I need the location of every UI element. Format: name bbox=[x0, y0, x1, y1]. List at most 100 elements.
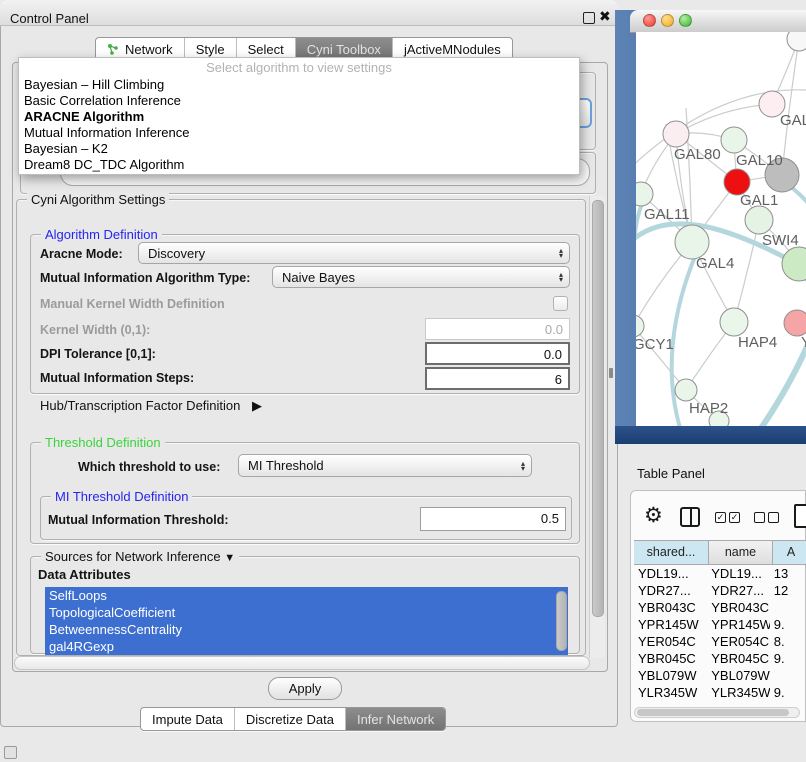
algorithm-definition-title: Algorithm Definition bbox=[41, 227, 162, 242]
mi-algorithm-type-combobox[interactable]: Naive Bayes ▴▾ bbox=[272, 266, 570, 288]
table-row[interactable]: YLR345WYLR345W9. bbox=[634, 684, 806, 701]
attributes-scrollbar-thumb[interactable] bbox=[556, 591, 567, 651]
manual-kernel-width-label: Manual Kernel Width Definition bbox=[40, 297, 225, 311]
minimize-traffic-light-icon[interactable] bbox=[661, 14, 674, 27]
table-cell: YDL19... bbox=[634, 565, 707, 582]
algorithm-dropdown-popup: Select algorithm to view settings Bayesi… bbox=[18, 57, 580, 175]
application-window: Control Panel ✖ NetworkStyleSelectCyni T… bbox=[0, 0, 806, 762]
select-all-icon[interactable]: ✓✓ bbox=[715, 512, 740, 523]
deselect-all-icon[interactable]: ✓✓ bbox=[754, 512, 779, 523]
algorithm-option-aracne-algorithm[interactable]: ARACNE Algorithm bbox=[19, 109, 579, 125]
table-row[interactable]: YBR045CYBR045C9. bbox=[634, 650, 806, 667]
network-node-gal80[interactable] bbox=[663, 121, 689, 147]
settings-scrollbar-thumb[interactable] bbox=[592, 200, 604, 617]
table-header: shared...nameA bbox=[634, 540, 806, 565]
table-hscrollbar-thumb[interactable] bbox=[637, 709, 789, 716]
network-node-gal4[interactable] bbox=[675, 225, 709, 259]
node-label-gal80: GAL80 bbox=[674, 146, 721, 163]
column-header-shared[interactable]: shared... bbox=[634, 540, 709, 565]
network-node[interactable] bbox=[745, 206, 773, 234]
table-cell: YBR043C bbox=[634, 599, 707, 616]
algorithm-option-bayesian-hill-climbing[interactable]: Bayesian – Hill Climbing bbox=[19, 77, 579, 93]
network-graph[interactable]: GAL7GAL80GAL10GAL1GAL11SWI4GAL4GCY1HAP4Y… bbox=[636, 32, 806, 426]
mi-steps-field[interactable]: 6 bbox=[425, 367, 570, 390]
network-node-gal10[interactable] bbox=[721, 127, 747, 153]
data-attributes-label: Data Attributes bbox=[38, 567, 131, 582]
manual-kernel-width-checkbox[interactable] bbox=[553, 296, 568, 311]
tab-label: jActiveMNodules bbox=[404, 42, 501, 57]
attribute-item-gal4rgexp[interactable]: gal4RGexp bbox=[45, 638, 568, 655]
network-node-hap4[interactable] bbox=[720, 308, 748, 336]
network-node[interactable] bbox=[787, 32, 806, 51]
table-row[interactable]: YPR145WYPR145W9. bbox=[634, 616, 806, 633]
network-node-gcy1[interactable] bbox=[636, 315, 644, 337]
close-icon[interactable]: ✖ bbox=[599, 8, 611, 25]
columns-icon[interactable] bbox=[680, 507, 700, 527]
settings-scrollbar[interactable] bbox=[589, 196, 605, 658]
table-row[interactable]: YBL079WYBL079W bbox=[634, 667, 806, 684]
data-attributes-list[interactable]: SelfLoopsTopologicalCoefficientBetweenne… bbox=[45, 587, 568, 655]
table-row[interactable]: YDR27...YDR27...12 bbox=[634, 582, 806, 599]
attribute-item-topologicalcoefficient[interactable]: TopologicalCoefficient bbox=[45, 604, 568, 621]
apply-button[interactable]: Apply bbox=[268, 677, 342, 700]
collapsed-panel-icon[interactable] bbox=[4, 746, 17, 759]
which-threshold-combobox[interactable]: MI Threshold ▴▾ bbox=[238, 454, 532, 477]
table-cell: YPR145W bbox=[707, 616, 770, 633]
table-cell: YLR345W bbox=[634, 684, 707, 701]
table-cell: YPR145W bbox=[634, 616, 707, 633]
tab-infer-network[interactable]: Infer Network bbox=[346, 708, 445, 730]
hub-definition-toggle[interactable]: Hub/Transcription Factor Definition ▶ bbox=[40, 398, 262, 414]
table-row[interactable]: YBR043CYBR043C bbox=[634, 599, 806, 616]
control-panel-title: Control Panel bbox=[10, 11, 89, 26]
node-label-gal11: GAL11 bbox=[644, 206, 690, 223]
network-node-y[interactable] bbox=[784, 310, 806, 336]
algorithm-option-dream8-dc-tdc-algorithm[interactable]: Dream8 DC_TDC Algorithm bbox=[19, 157, 579, 173]
table-cell: YDR27... bbox=[707, 582, 770, 599]
network-canvas[interactable]: GAL7GAL80GAL10GAL1GAL11SWI4GAL4GCY1HAP4Y… bbox=[636, 32, 806, 426]
tab-discretize-data[interactable]: Discretize Data bbox=[235, 708, 346, 730]
tab-label: Infer Network bbox=[357, 712, 434, 727]
network-edge[interactable] bbox=[676, 104, 772, 134]
tab-impute-data[interactable]: Impute Data bbox=[141, 708, 235, 730]
aracne-mode-value: Discovery bbox=[148, 246, 205, 261]
which-threshold-value: MI Threshold bbox=[248, 458, 324, 473]
document-icon[interactable] bbox=[794, 504, 806, 528]
aracne-mode-combobox[interactable]: Discovery ▴▾ bbox=[138, 242, 570, 264]
gear-icon[interactable]: ⚙ bbox=[644, 503, 663, 528]
tab-label: Cyni Toolbox bbox=[307, 42, 381, 57]
table-cell: YER054C bbox=[634, 633, 707, 650]
kernel-width-field[interactable]: 0.0 bbox=[425, 318, 570, 340]
table-cell: YER054C bbox=[707, 633, 770, 650]
network-node-swi4[interactable] bbox=[782, 247, 806, 281]
table-row[interactable]: YER054CYER054C8. bbox=[634, 633, 806, 650]
table-row[interactable]: YDL19...YDL19...13 bbox=[634, 565, 806, 582]
hub-definition-label: Hub/Transcription Factor Definition bbox=[40, 398, 240, 413]
popup-prompt: Select algorithm to view settings bbox=[19, 58, 579, 77]
node-label-gal1: GAL1 bbox=[740, 192, 778, 209]
table-row[interactable]: YIL052CYIL052C9 bbox=[634, 701, 806, 705]
zoom-traffic-light-icon[interactable] bbox=[679, 14, 692, 27]
collapse-arrow-icon[interactable]: ▼ bbox=[224, 552, 235, 564]
float-window-icon[interactable] bbox=[583, 12, 595, 24]
network-edge-highlighted[interactable] bbox=[742, 340, 806, 426]
table-cell: YDL19... bbox=[707, 565, 770, 582]
node-label-gal10: GAL10 bbox=[736, 152, 783, 169]
close-traffic-light-icon[interactable] bbox=[643, 14, 656, 27]
settings-horizontal-scrollbar[interactable] bbox=[14, 656, 590, 670]
algorithm-option-mutual-information-inference[interactable]: Mutual Information Inference bbox=[19, 125, 579, 141]
algorithm-option-bayesian-k2[interactable]: Bayesian – K2 bbox=[19, 141, 579, 157]
mi-threshold-field[interactable]: 0.5 bbox=[420, 507, 566, 531]
network-window-titlebar[interactable] bbox=[630, 10, 806, 33]
dpi-tolerance-field[interactable]: 0.0 bbox=[425, 342, 570, 365]
table-horizontal-scrollbar[interactable] bbox=[634, 707, 800, 718]
algorithm-option-basic-correlation-inference[interactable]: Basic Correlation Inference bbox=[19, 93, 579, 109]
attribute-item-betweennesscentrality[interactable]: BetweennessCentrality bbox=[45, 621, 568, 638]
cyni-algorithm-settings-title: Cyni Algorithm Settings bbox=[27, 192, 169, 207]
expand-arrow-icon[interactable]: ▶ bbox=[252, 398, 262, 413]
panel-splitter-handle[interactable] bbox=[609, 368, 613, 378]
network-node-hap2[interactable] bbox=[675, 379, 697, 401]
column-header-a[interactable]: A bbox=[773, 540, 806, 565]
column-header-name[interactable]: name bbox=[709, 540, 773, 565]
attribute-item-selfloops[interactable]: SelfLoops bbox=[45, 587, 568, 604]
kernel-width-label: Kernel Width (0,1): bbox=[40, 323, 150, 337]
